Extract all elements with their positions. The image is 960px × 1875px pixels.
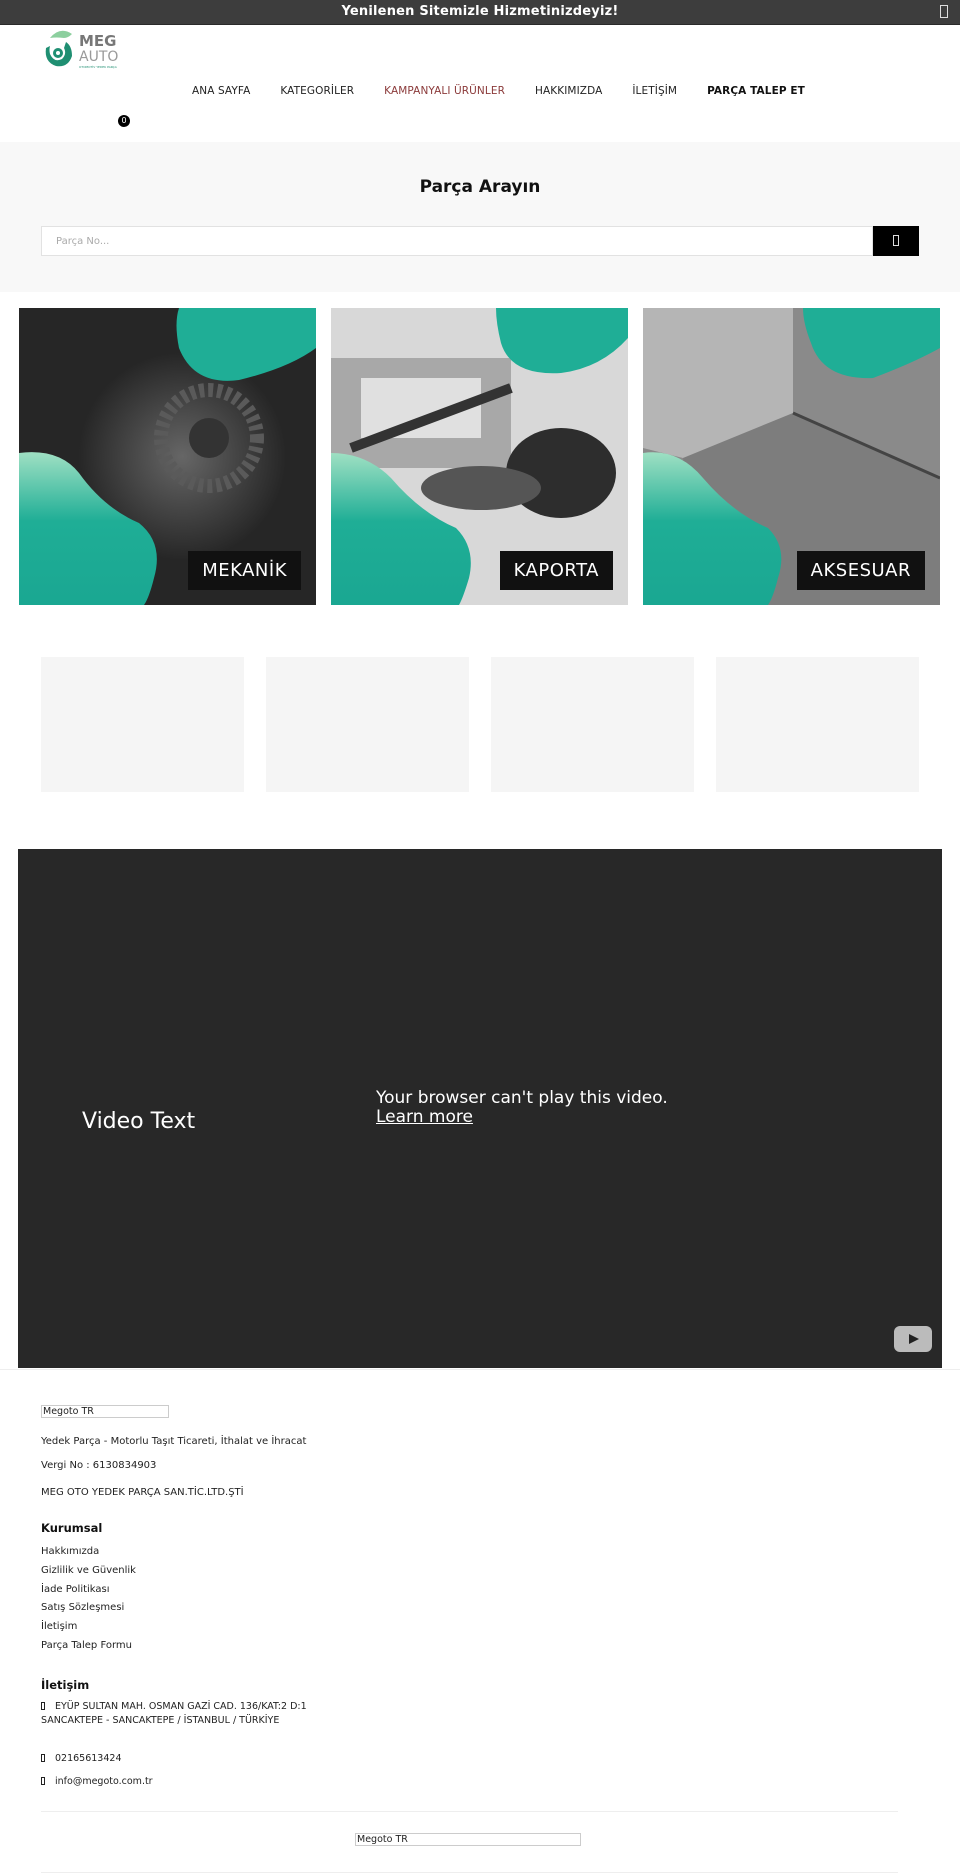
footer-tax-number: Vergi No : 6130834903: [41, 1460, 157, 1471]
footer-phone: 02165613424: [41, 1752, 122, 1766]
footer-divider: [41, 1872, 898, 1873]
footer-bottom-brand-logo[interactable]: Megoto TR: [355, 1833, 581, 1846]
footer-link-contact[interactable]: İletişim: [41, 1621, 136, 1640]
footer-link-sales-agreement[interactable]: Satış Sözleşmesi: [41, 1602, 136, 1621]
footer-description: Yedek Parça - Motorlu Taşıt Ticareti, İt…: [41, 1436, 307, 1447]
logo-mark-icon: MEG AUTO OTOMOTİV YEDEK PARÇA: [45, 30, 118, 69]
part-number-input[interactable]: [41, 226, 873, 256]
category-card-bodywork[interactable]: KAPORTA: [331, 308, 628, 605]
product-placeholder: [716, 657, 919, 792]
footer-brand-logo[interactable]: Megoto TR: [41, 1405, 169, 1418]
footer-corporate-links: Hakkımızda Gizlilik ve Güvenlik İade Pol…: [41, 1546, 136, 1659]
nav-item-part-request[interactable]: PARÇA TALEP ET: [707, 85, 805, 97]
product-placeholder: [491, 657, 694, 792]
footer: Megoto TR Yedek Parça - Motorlu Taşıt Ti…: [41, 1405, 341, 1651]
footer-contact-heading: İletişim: [41, 1678, 90, 1692]
category-label: MEKANİK: [188, 551, 301, 590]
category-label: AKSESUAR: [796, 551, 925, 590]
footer-link-return-policy[interactable]: İade Politikası: [41, 1584, 136, 1603]
nav-item-campaign-products[interactable]: KAMPANYALI ÜRÜNLER: [384, 85, 505, 97]
search-icon: [893, 235, 899, 246]
footer-divider: [0, 1369, 960, 1370]
category-card-accessory[interactable]: AKSESUAR: [643, 308, 940, 605]
email-icon: [41, 1777, 45, 1785]
phone-text[interactable]: 02165613424: [55, 1753, 122, 1764]
footer-company-name: MEG OTO YEDEK PARÇA SAN.TİC.LTD.ŞTİ: [41, 1487, 244, 1498]
part-search-section: Parça Arayın: [0, 142, 960, 292]
address-text: EYÜP SULTAN MAH. OSMAN GAZİ CAD. 136/KAT…: [41, 1701, 307, 1726]
nav-item-contact[interactable]: İLETİŞİM: [632, 85, 677, 97]
map-marker-icon: [41, 1702, 45, 1710]
announcement-bar: Yenilenen Sitemizle Hizmetinizdeyiz!: [0, 0, 960, 25]
learn-more-link[interactable]: Learn more: [376, 1107, 473, 1127]
svg-text:MEG: MEG: [79, 32, 117, 50]
footer-link-part-request-form[interactable]: Parça Talep Formu: [41, 1640, 136, 1659]
search-button[interactable]: [873, 226, 919, 256]
video-section: Video Text Your browser can't play this …: [18, 849, 942, 1368]
main-nav: ANA SAYFA KATEGORİLER KAMPANYALI ÜRÜNLER…: [192, 85, 835, 97]
announcement-text: Yenilenen Sitemizle Hizmetinizdeyiz!: [341, 4, 619, 19]
footer-address: EYÜP SULTAN MAH. OSMAN GAZİ CAD. 136/KAT…: [41, 1700, 311, 1728]
video-unsupported-text: Your browser can't play this video.: [376, 1088, 668, 1108]
video-error-message: Your browser can't play this video. Lear…: [376, 1089, 668, 1127]
youtube-play-icon[interactable]: [894, 1326, 932, 1352]
footer-link-privacy[interactable]: Gizlilik ve Güvenlik: [41, 1565, 136, 1584]
site-logo[interactable]: MEG AUTO OTOMOTİV YEDEK PARÇA: [42, 28, 132, 72]
footer-link-about[interactable]: Hakkımızda: [41, 1546, 136, 1565]
nav-item-home[interactable]: ANA SAYFA: [192, 85, 250, 97]
search-title: Parça Arayın: [419, 177, 541, 197]
svg-text:OTOMOTİV YEDEK PARÇA: OTOMOTİV YEDEK PARÇA: [79, 64, 118, 69]
footer-email: info@megoto.com.tr: [41, 1775, 153, 1789]
email-text[interactable]: info@megoto.com.tr: [55, 1776, 153, 1787]
category-label: KAPORTA: [499, 551, 613, 590]
footer-corporate-heading: Kurumsal: [41, 1521, 103, 1535]
nav-item-categories[interactable]: KATEGORİLER: [280, 85, 354, 97]
nav-item-about[interactable]: HAKKIMIZDA: [535, 85, 602, 97]
close-icon[interactable]: [940, 5, 948, 18]
video-title: Video Text: [82, 1109, 196, 1134]
category-card-mechanic[interactable]: MEKANİK: [19, 308, 316, 605]
product-placeholder: [266, 657, 469, 792]
product-placeholder: [41, 657, 244, 792]
phone-icon: [41, 1754, 45, 1762]
cart-count-badge[interactable]: 0: [118, 115, 130, 127]
footer-divider: [41, 1811, 898, 1812]
svg-text:AUTO: AUTO: [79, 49, 118, 65]
